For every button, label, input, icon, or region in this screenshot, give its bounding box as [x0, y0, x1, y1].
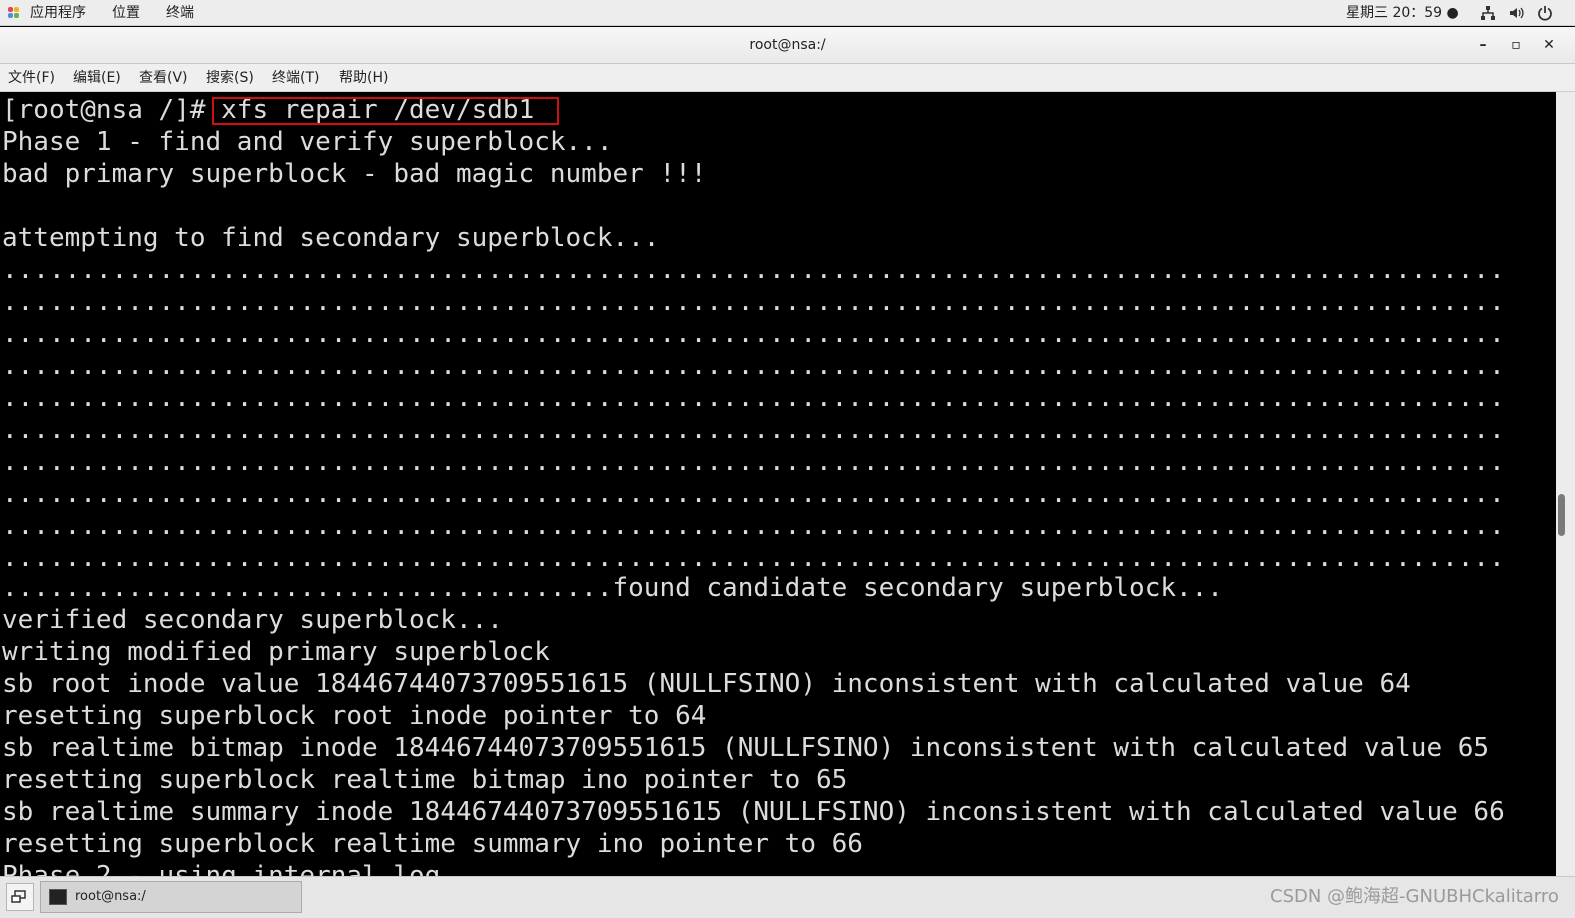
dot-line: ........................................…: [2, 383, 1505, 413]
window-title-bar[interactable]: root@nsa:/ – ▫ ✕: [0, 27, 1575, 64]
network-icon[interactable]: [1480, 5, 1496, 21]
terminal-line: Phase 2 - using internal log: [2, 861, 441, 876]
scrollbar-thumb[interactable]: [1558, 494, 1565, 536]
terminal-line: sb realtime summary inode 18446744073709…: [2, 797, 1505, 827]
watermark: CSDN @鲍海超-GNUBHCkalitarro: [1270, 886, 1559, 907]
scrollbar-track[interactable]: [1556, 92, 1575, 876]
terminal-line: resetting superblock realtime bitmap ino…: [2, 765, 848, 795]
dot-line: ........................................…: [2, 319, 1505, 349]
taskbar-item-terminal[interactable]: root@nsa:/: [40, 881, 302, 913]
prompt: [root@nsa /]#: [2, 95, 222, 125]
terminal-line: Phase 1 - find and verify superblock...: [2, 127, 613, 157]
terminal-app-menu[interactable]: 终端: [166, 0, 194, 26]
taskbar: root@nsa:/ CSDN @鲍海超-GNUBHCkalitarro: [0, 876, 1575, 918]
terminal-line: resetting superblock realtime summary in…: [2, 829, 863, 859]
windows-icon: [11, 890, 26, 903]
volume-icon[interactable]: [1508, 5, 1524, 21]
dot-line: ........................................…: [2, 447, 1505, 477]
menu-search[interactable]: 搜索(S): [206, 64, 254, 92]
window-title: root@nsa:/: [749, 37, 826, 53]
menu-view[interactable]: 查看(V): [139, 64, 188, 92]
dot-line: ........................................…: [2, 479, 1505, 509]
terminal-icon: [49, 889, 67, 905]
found-text: found candidate secondary superblock...: [612, 573, 1223, 603]
applications-menu[interactable]: 应用程序: [30, 0, 86, 26]
system-top-bar: 应用程序 位置 终端 星期三 20：59 ●: [0, 0, 1575, 26]
dot-line: ........................................…: [2, 255, 1505, 285]
command-highlight-box: [212, 97, 559, 125]
terminal-line: bad primary superblock - bad magic numbe…: [2, 159, 707, 189]
dot-line: ........................................…: [2, 351, 1505, 381]
close-button[interactable]: ✕: [1541, 37, 1557, 53]
terminal-line: attempting to find secondary superblock.…: [2, 223, 660, 253]
menu-terminal[interactable]: 终端(T): [272, 64, 319, 92]
menu-edit[interactable]: 编辑(E): [73, 64, 121, 92]
terminal-line: writing modified primary superblock: [2, 637, 550, 667]
menu-help[interactable]: 帮助(H): [339, 64, 388, 92]
terminal-line: verified secondary superblock...: [2, 605, 503, 635]
menu-file[interactable]: 文件(F): [8, 64, 55, 92]
dot-line: ........................................…: [2, 543, 1505, 573]
dot-line: ........................................…: [2, 287, 1505, 317]
applications-icon: [8, 7, 20, 19]
minimize-button[interactable]: –: [1475, 37, 1491, 53]
clock[interactable]: 星期三 20：59 ●: [1346, 0, 1459, 26]
dot-line: ........................................…: [2, 415, 1505, 445]
taskbar-item-label: root@nsa:/: [75, 889, 146, 904]
terminal-menu-bar: 文件(F) 编辑(E) 查看(V) 搜索(S) 终端(T) 帮助(H): [0, 64, 1575, 92]
dot-run: .......................................: [2, 573, 613, 603]
terminal-output[interactable]: [root@nsa /]# xfs_repair /dev/sdb1 Phase…: [0, 92, 1556, 876]
dot-line: ........................................…: [2, 511, 1505, 541]
terminal-line: sb realtime bitmap inode 184467440737095…: [2, 733, 1490, 763]
terminal-line: sb root inode value 18446744073709551615…: [2, 669, 1411, 699]
terminal-line: resetting superblock root inode pointer …: [2, 701, 707, 731]
power-icon[interactable]: [1537, 5, 1553, 21]
found-line: .......................................f…: [2, 572, 1223, 604]
places-menu[interactable]: 位置: [112, 0, 140, 26]
maximize-button[interactable]: ▫: [1508, 37, 1524, 53]
show-desktop-button[interactable]: [6, 883, 34, 911]
